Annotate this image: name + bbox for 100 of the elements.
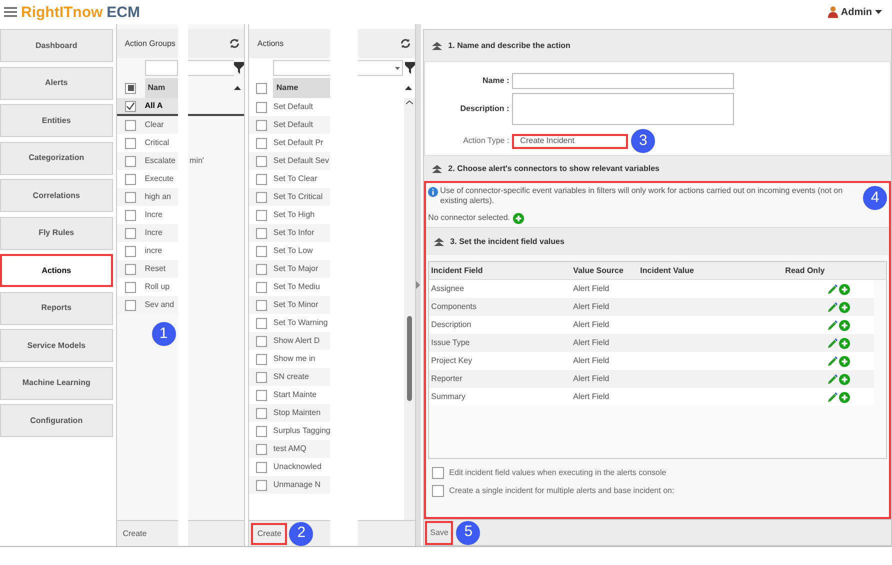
- list-row[interactable]: test AMQ: [249, 440, 330, 458]
- section-header[interactable]: 2. Choose alert's connectors to show relevant variables: [424, 156, 892, 181]
- checkbox[interactable]: [432, 485, 444, 497]
- nav-item[interactable]: Actions: [0, 254, 113, 287]
- nav-item[interactable]: Entities: [0, 104, 113, 137]
- scroll-thumb[interactable]: [407, 316, 412, 401]
- nav-item[interactable]: Machine Learning: [0, 366, 113, 400]
- checkbox[interactable]: [256, 408, 267, 418]
- nav-item[interactable]: Correlations: [0, 179, 113, 212]
- sort-arrow-icon[interactable]: [405, 86, 412, 90]
- description-input[interactable]: [512, 93, 734, 125]
- checkbox[interactable]: [256, 336, 267, 346]
- checkbox[interactable]: [256, 120, 267, 130]
- checkbox[interactable]: [125, 120, 136, 130]
- filter-icon[interactable]: [234, 62, 244, 74]
- name-input[interactable]: [512, 73, 734, 89]
- collapse-icon[interactable]: [431, 41, 444, 50]
- filter-field[interactable]: [188, 60, 234, 76]
- list-row[interactable]: Execute: [116, 170, 178, 188]
- checkbox[interactable]: [125, 82, 136, 94]
- checkbox[interactable]: [256, 372, 267, 382]
- checkbox[interactable]: [256, 444, 267, 454]
- list-row[interactable]: Set Default: [249, 116, 330, 134]
- add-icon[interactable]: [839, 356, 850, 366]
- list-row[interactable]: Set To Major: [249, 260, 330, 278]
- checkbox[interactable]: [256, 102, 267, 112]
- checkbox[interactable]: [125, 138, 136, 148]
- add-icon[interactable]: [513, 212, 524, 224]
- checkbox[interactable]: [256, 210, 267, 220]
- section-header[interactable]: 3. Set the incident field values: [426, 227, 890, 255]
- nav-item[interactable]: Configuration: [0, 404, 113, 437]
- checkbox[interactable]: [256, 156, 267, 166]
- list-row[interactable]: Roll up: [116, 278, 178, 296]
- list-row[interactable]: Set To Infor: [249, 224, 330, 242]
- checkbox[interactable]: [125, 174, 136, 184]
- create-button[interactable]: Create: [251, 522, 288, 544]
- menu-icon[interactable]: [4, 7, 17, 17]
- pencil-icon[interactable]: [827, 302, 838, 312]
- checkbox[interactable]: [256, 426, 267, 436]
- add-icon[interactable]: [839, 374, 850, 384]
- user-menu[interactable]: Admin: [828, 4, 882, 20]
- checkbox[interactable]: [256, 354, 267, 364]
- nav-item[interactable]: Service Models: [0, 329, 113, 362]
- list-row[interactable]: Stop Mainten: [249, 404, 330, 422]
- list-row[interactable]: Show Alert D: [249, 332, 330, 350]
- filter-field[interactable]: [144, 60, 178, 76]
- list-row[interactable]: Set To Minor: [249, 296, 330, 314]
- nav-item[interactable]: Alerts: [0, 66, 113, 100]
- checkbox[interactable]: [256, 390, 267, 400]
- list-row[interactable]: incre: [116, 242, 178, 260]
- checkbox[interactable]: [256, 282, 267, 292]
- nav-item[interactable]: Dashboard: [0, 29, 113, 62]
- add-icon[interactable]: [839, 392, 850, 402]
- pencil-icon[interactable]: [827, 356, 838, 366]
- checkbox[interactable]: [125, 300, 136, 310]
- checkbox[interactable]: [256, 264, 267, 274]
- checkbox[interactable]: [125, 246, 136, 256]
- scrollbar[interactable]: [404, 98, 416, 520]
- list-row[interactable]: Critical: [116, 134, 178, 152]
- pencil-icon[interactable]: [827, 320, 838, 330]
- checkbox[interactable]: [256, 82, 267, 94]
- collapse-icon[interactable]: [431, 164, 444, 173]
- checkbox[interactable]: [256, 246, 267, 256]
- checkbox[interactable]: [256, 192, 267, 202]
- checkbox[interactable]: [125, 156, 136, 166]
- add-icon[interactable]: [839, 338, 850, 348]
- checkbox[interactable]: [256, 300, 267, 310]
- checkbox[interactable]: [125, 192, 136, 202]
- list-row[interactable]: All A: [116, 98, 178, 116]
- add-icon[interactable]: [839, 284, 850, 294]
- refresh-icon[interactable]: [400, 38, 412, 49]
- refresh-icon[interactable]: [229, 38, 240, 49]
- list-row[interactable]: Unmanage N: [249, 476, 330, 494]
- list-row[interactable]: Set Default Sev: [249, 152, 330, 170]
- checkbox[interactable]: [125, 264, 136, 274]
- list-row[interactable]: Set To Critical: [249, 188, 330, 206]
- action-type-field[interactable]: Create Incident: [512, 134, 628, 148]
- column-header[interactable]: Nam: [144, 78, 178, 98]
- add-icon[interactable]: [839, 320, 850, 330]
- nav-item[interactable]: Fly Rules: [0, 216, 113, 250]
- checkbox[interactable]: [256, 228, 267, 238]
- pencil-icon[interactable]: [827, 284, 838, 294]
- nav-item[interactable]: Categorization: [0, 142, 113, 174]
- save-button[interactable]: Save: [425, 520, 454, 544]
- list-row[interactable]: Incre: [116, 206, 178, 224]
- section-header[interactable]: 1. Name and describe the action: [424, 30, 892, 61]
- pencil-icon[interactable]: [827, 392, 838, 402]
- collapse-icon[interactable]: [433, 237, 446, 246]
- pencil-icon[interactable]: [827, 338, 838, 348]
- create-button[interactable]: Create: [122, 528, 147, 540]
- checkbox[interactable]: [256, 318, 267, 328]
- add-icon[interactable]: [839, 302, 850, 312]
- dropdown-field[interactable]: [358, 60, 404, 76]
- checkbox[interactable]: [256, 462, 267, 472]
- checkbox[interactable]: [125, 210, 136, 220]
- checkbox[interactable]: [256, 174, 267, 184]
- filter-field[interactable]: [273, 60, 330, 76]
- pencil-icon[interactable]: [827, 374, 838, 384]
- checkbox[interactable]: [125, 282, 136, 292]
- column-header[interactable]: Name: [273, 78, 330, 98]
